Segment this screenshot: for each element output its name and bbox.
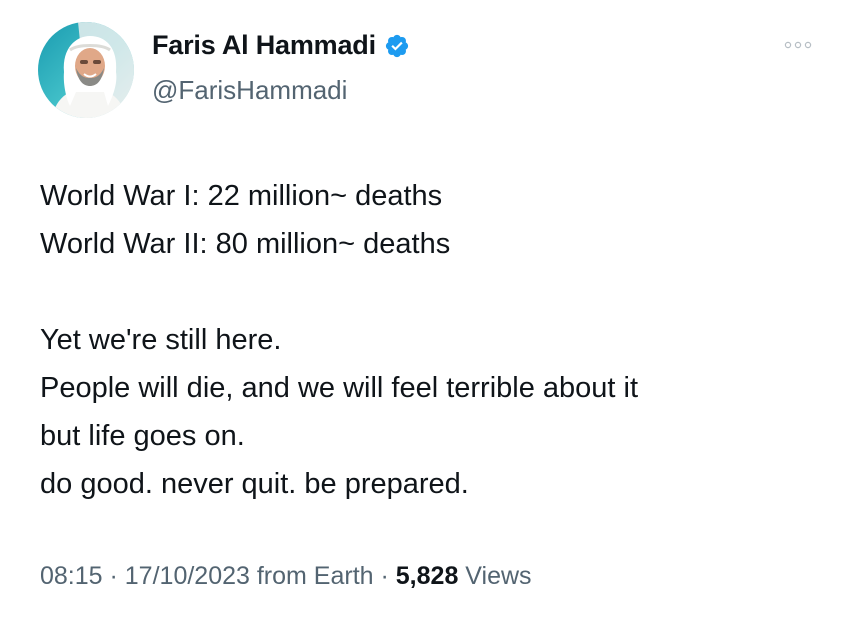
tweet-line: People will die, and we will feel terrib…: [40, 372, 639, 404]
tweet-metadata: 08:15 · 17/10/2023 from Earth · 5,828 Vi…: [40, 562, 532, 591]
views-count[interactable]: 5,828: [396, 562, 459, 590]
tweet-line-break: [40, 268, 830, 316]
tweet-line: World War II: 80 million~ deaths: [40, 228, 451, 260]
verified-badge-icon: [384, 33, 410, 59]
tweet-line: World War I: 22 million~ deaths: [40, 180, 443, 212]
author-avatar[interactable]: [38, 22, 134, 118]
author-display-name[interactable]: Faris Al Hammadi: [152, 30, 376, 61]
tweet-card: Faris Al Hammadi @FarisHammadi World War…: [0, 0, 849, 619]
user-avatar-icon: [38, 22, 134, 118]
tweet-source: from Earth: [256, 562, 374, 590]
tweet-date[interactable]: 17/10/2023: [125, 562, 250, 590]
meta-separator: ·: [102, 562, 125, 590]
tweet-line: Yet we're still here.: [40, 324, 282, 356]
tweet-text: World War I: 22 million~ deaths World Wa…: [40, 172, 830, 508]
meta-separator: ·: [373, 562, 396, 590]
views-label: Views: [465, 562, 532, 590]
tweet-line: but life goes on.: [40, 420, 245, 452]
more-options-icon[interactable]: [783, 38, 813, 52]
tweet-line: do good. never quit. be prepared.: [40, 468, 469, 500]
tweet-time[interactable]: 08:15: [40, 562, 103, 590]
author-name-row: Faris Al Hammadi: [152, 30, 410, 61]
author-handle[interactable]: @FarisHammadi: [152, 75, 347, 106]
